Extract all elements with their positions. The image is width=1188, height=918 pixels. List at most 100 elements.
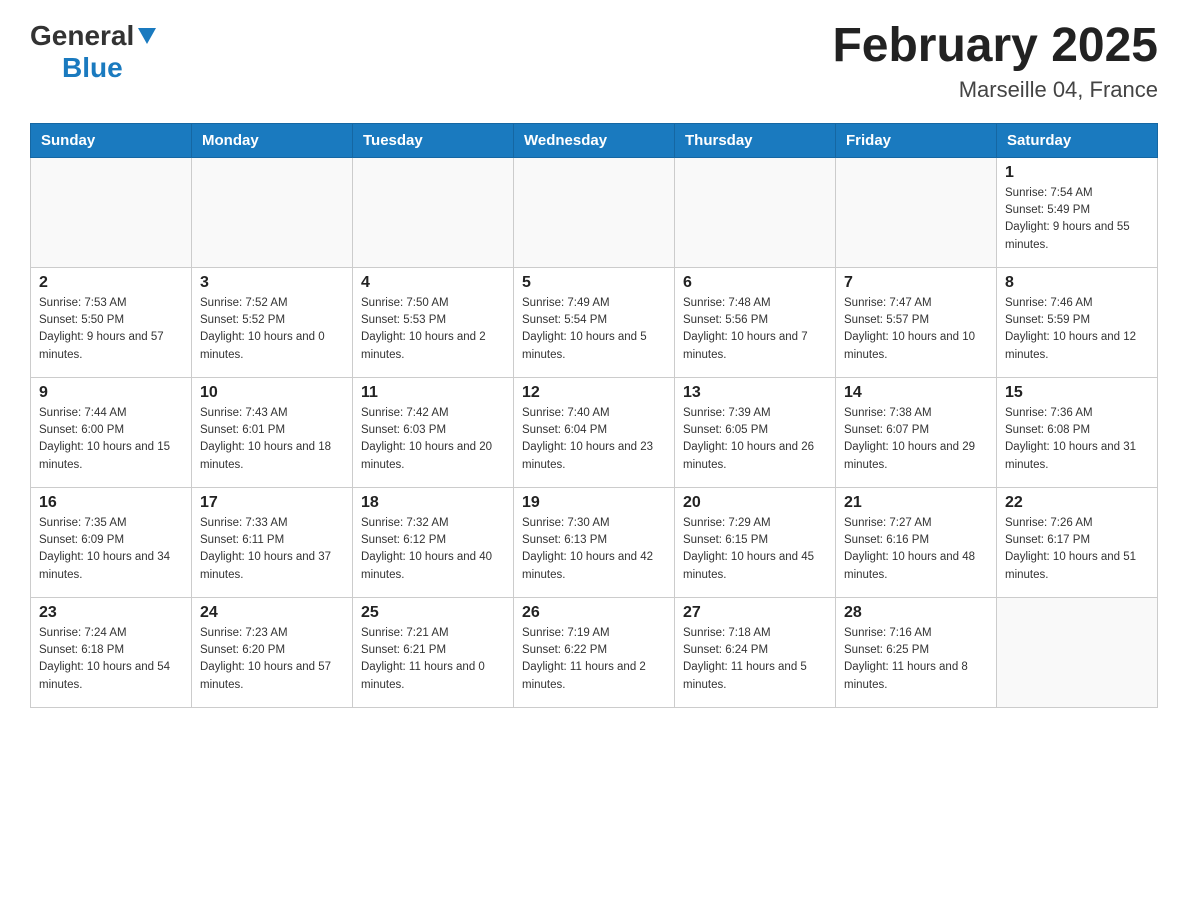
day-number: 13 (683, 384, 827, 402)
calendar-day-cell: 6 Sunrise: 7:48 AMSunset: 5:56 PMDaylight… (675, 267, 836, 377)
calendar-day-cell (514, 157, 675, 267)
day-info: Sunrise: 7:24 AMSunset: 6:18 PMDaylight:… (39, 625, 183, 694)
day-number: 18 (361, 494, 505, 512)
day-info: Sunrise: 7:16 AMSunset: 6:25 PMDaylight:… (844, 625, 988, 694)
calendar-day-header: Saturday (997, 123, 1158, 157)
day-number: 22 (1005, 494, 1149, 512)
calendar-day-cell: 14Sunrise: 7:38 AMSunset: 6:07 PMDayligh… (836, 377, 997, 487)
day-info: Sunrise: 7:30 AMSunset: 6:13 PMDaylight:… (522, 515, 666, 584)
day-number: 14 (844, 384, 988, 402)
calendar-day-header: Tuesday (353, 123, 514, 157)
calendar-day-header: Thursday (675, 123, 836, 157)
day-info: Sunrise: 7:52 AMSunset: 5:52 PMDaylight:… (200, 295, 344, 364)
day-info: Sunrise: 7:26 AMSunset: 6:17 PMDaylight:… (1005, 515, 1149, 584)
day-number: 23 (39, 604, 183, 622)
day-info: Sunrise: 7:48 AMSunset: 5:56 PMDaylight:… (683, 295, 827, 364)
calendar-day-cell: 2 Sunrise: 7:53 AMSunset: 5:50 PMDaylight… (31, 267, 192, 377)
calendar-week-row: 16 Sunrise: 7:35 AMSunset: 6:09 PMDayligh… (31, 487, 1158, 597)
calendar-day-cell: 21Sunrise: 7:27 AMSunset: 6:16 PMDayligh… (836, 487, 997, 597)
calendar-day-cell: 15Sunrise: 7:36 AMSunset: 6:08 PMDayligh… (997, 377, 1158, 487)
calendar-day-header: Friday (836, 123, 997, 157)
day-number: 6 (683, 274, 827, 292)
calendar-day-cell: 9Sunrise: 7:44 AMSunset: 6:00 PMDaylight… (31, 377, 192, 487)
calendar-week-row: 23 Sunrise: 7:24 AMSunset: 6:18 PMDayligh… (31, 597, 1158, 707)
calendar-day-cell: 18 Sunrise: 7:32 AMSunset: 6:12 PMDayligh… (353, 487, 514, 597)
day-number: 9 (39, 384, 183, 402)
calendar-day-cell: 24 Sunrise: 7:23 AMSunset: 6:20 PMDayligh… (192, 597, 353, 707)
day-number: 17 (200, 494, 344, 512)
logo-blue-text: Blue (62, 52, 123, 84)
day-number: 19 (522, 494, 666, 512)
day-info: Sunrise: 7:32 AMSunset: 6:12 PMDaylight:… (361, 515, 505, 584)
day-number: 5 (522, 274, 666, 292)
calendar-day-cell (31, 157, 192, 267)
calendar-day-cell: 17 Sunrise: 7:33 AMSunset: 6:11 PMDayligh… (192, 487, 353, 597)
location: Marseille 04, France (832, 77, 1158, 103)
day-number: 16 (39, 494, 183, 512)
calendar-day-cell: 22 Sunrise: 7:26 AMSunset: 6:17 PMDayligh… (997, 487, 1158, 597)
calendar-day-header: Monday (192, 123, 353, 157)
calendar-day-cell (836, 157, 997, 267)
calendar-day-cell: 8 Sunrise: 7:46 AMSunset: 5:59 PMDaylight… (997, 267, 1158, 377)
calendar-day-cell: 13 Sunrise: 7:39 AMSunset: 6:05 PMDayligh… (675, 377, 836, 487)
calendar-day-header: Sunday (31, 123, 192, 157)
day-info: Sunrise: 7:35 AMSunset: 6:09 PMDaylight:… (39, 515, 183, 584)
day-info: Sunrise: 7:36 AMSunset: 6:08 PMDaylight:… (1005, 405, 1149, 474)
calendar-week-row: 9Sunrise: 7:44 AMSunset: 6:00 PMDaylight… (31, 377, 1158, 487)
day-number: 25 (361, 604, 505, 622)
month-year: February 2025 (832, 20, 1158, 73)
title-area: February 2025 Marseille 04, France (832, 20, 1158, 103)
calendar-day-cell: 16 Sunrise: 7:35 AMSunset: 6:09 PMDayligh… (31, 487, 192, 597)
day-number: 26 (522, 604, 666, 622)
day-info: Sunrise: 7:53 AMSunset: 5:50 PMDaylight:… (39, 295, 183, 364)
day-info: Sunrise: 7:40 AMSunset: 6:04 PMDaylight:… (522, 405, 666, 474)
calendar-day-cell: 10Sunrise: 7:43 AMSunset: 6:01 PMDayligh… (192, 377, 353, 487)
day-info: Sunrise: 7:46 AMSunset: 5:59 PMDaylight:… (1005, 295, 1149, 364)
logo: General Blue (30, 20, 156, 84)
day-info: Sunrise: 7:33 AMSunset: 6:11 PMDaylight:… (200, 515, 344, 584)
day-info: Sunrise: 7:39 AMSunset: 6:05 PMDaylight:… (683, 405, 827, 474)
calendar-table: SundayMondayTuesdayWednesdayThursdayFrid… (30, 123, 1158, 708)
calendar-day-cell (353, 157, 514, 267)
calendar-day-cell: 26 Sunrise: 7:19 AMSunset: 6:22 PMDayligh… (514, 597, 675, 707)
day-number: 11 (361, 384, 505, 402)
day-info: Sunrise: 7:19 AMSunset: 6:22 PMDaylight:… (522, 625, 666, 694)
day-number: 10 (200, 384, 344, 402)
day-info: Sunrise: 7:42 AMSunset: 6:03 PMDaylight:… (361, 405, 505, 474)
day-info: Sunrise: 7:21 AMSunset: 6:21 PMDaylight:… (361, 625, 505, 694)
day-info: Sunrise: 7:54 AMSunset: 5:49 PMDaylight:… (1005, 185, 1149, 254)
calendar-day-cell: 27Sunrise: 7:18 AMSunset: 6:24 PMDayligh… (675, 597, 836, 707)
day-number: 28 (844, 604, 988, 622)
logo-triangle-icon (138, 28, 156, 49)
calendar-day-cell: 1 Sunrise: 7:54 AMSunset: 5:49 PMDaylight… (997, 157, 1158, 267)
calendar-day-cell (192, 157, 353, 267)
calendar-week-row: 2 Sunrise: 7:53 AMSunset: 5:50 PMDaylight… (31, 267, 1158, 377)
calendar-day-cell (675, 157, 836, 267)
logo-general-text: General (30, 20, 134, 52)
calendar-day-cell: 25 Sunrise: 7:21 AMSunset: 6:21 PMDayligh… (353, 597, 514, 707)
day-number: 21 (844, 494, 988, 512)
day-info: Sunrise: 7:29 AMSunset: 6:15 PMDaylight:… (683, 515, 827, 584)
day-number: 12 (522, 384, 666, 402)
day-number: 4 (361, 274, 505, 292)
calendar-header-row: SundayMondayTuesdayWednesdayThursdayFrid… (31, 123, 1158, 157)
calendar-day-cell: 20Sunrise: 7:29 AMSunset: 6:15 PMDayligh… (675, 487, 836, 597)
calendar-day-cell: 12 Sunrise: 7:40 AMSunset: 6:04 PMDayligh… (514, 377, 675, 487)
day-number: 8 (1005, 274, 1149, 292)
calendar-day-cell: 3 Sunrise: 7:52 AMSunset: 5:52 PMDaylight… (192, 267, 353, 377)
calendar-day-cell: 4 Sunrise: 7:50 AMSunset: 5:53 PMDaylight… (353, 267, 514, 377)
day-number: 3 (200, 274, 344, 292)
calendar-day-header: Wednesday (514, 123, 675, 157)
calendar-day-cell: 5Sunrise: 7:49 AMSunset: 5:54 PMDaylight… (514, 267, 675, 377)
calendar-day-cell (997, 597, 1158, 707)
header: General Blue February 2025 Marseille 04,… (30, 20, 1158, 103)
day-number: 1 (1005, 164, 1149, 182)
calendar-day-cell: 19 Sunrise: 7:30 AMSunset: 6:13 PMDayligh… (514, 487, 675, 597)
calendar-week-row: 1 Sunrise: 7:54 AMSunset: 5:49 PMDaylight… (31, 157, 1158, 267)
day-info: Sunrise: 7:50 AMSunset: 5:53 PMDaylight:… (361, 295, 505, 364)
calendar-day-cell: 11 Sunrise: 7:42 AMSunset: 6:03 PMDayligh… (353, 377, 514, 487)
day-number: 24 (200, 604, 344, 622)
day-info: Sunrise: 7:23 AMSunset: 6:20 PMDaylight:… (200, 625, 344, 694)
day-number: 2 (39, 274, 183, 292)
day-info: Sunrise: 7:18 AMSunset: 6:24 PMDaylight:… (683, 625, 827, 694)
